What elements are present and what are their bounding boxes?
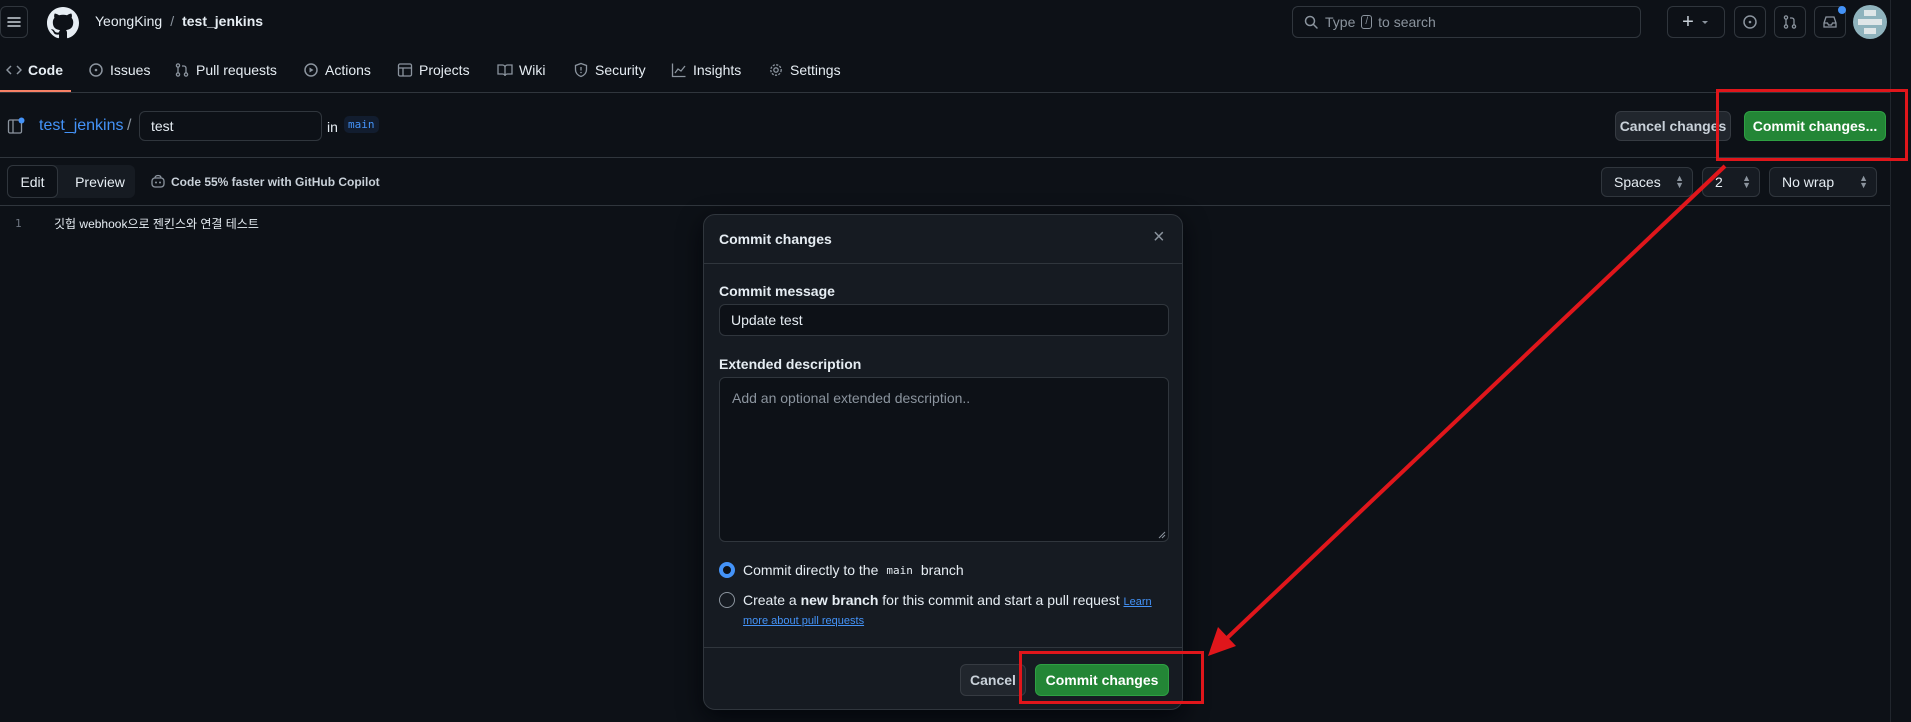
annotation-arrow-icon: [1208, 164, 1727, 656]
